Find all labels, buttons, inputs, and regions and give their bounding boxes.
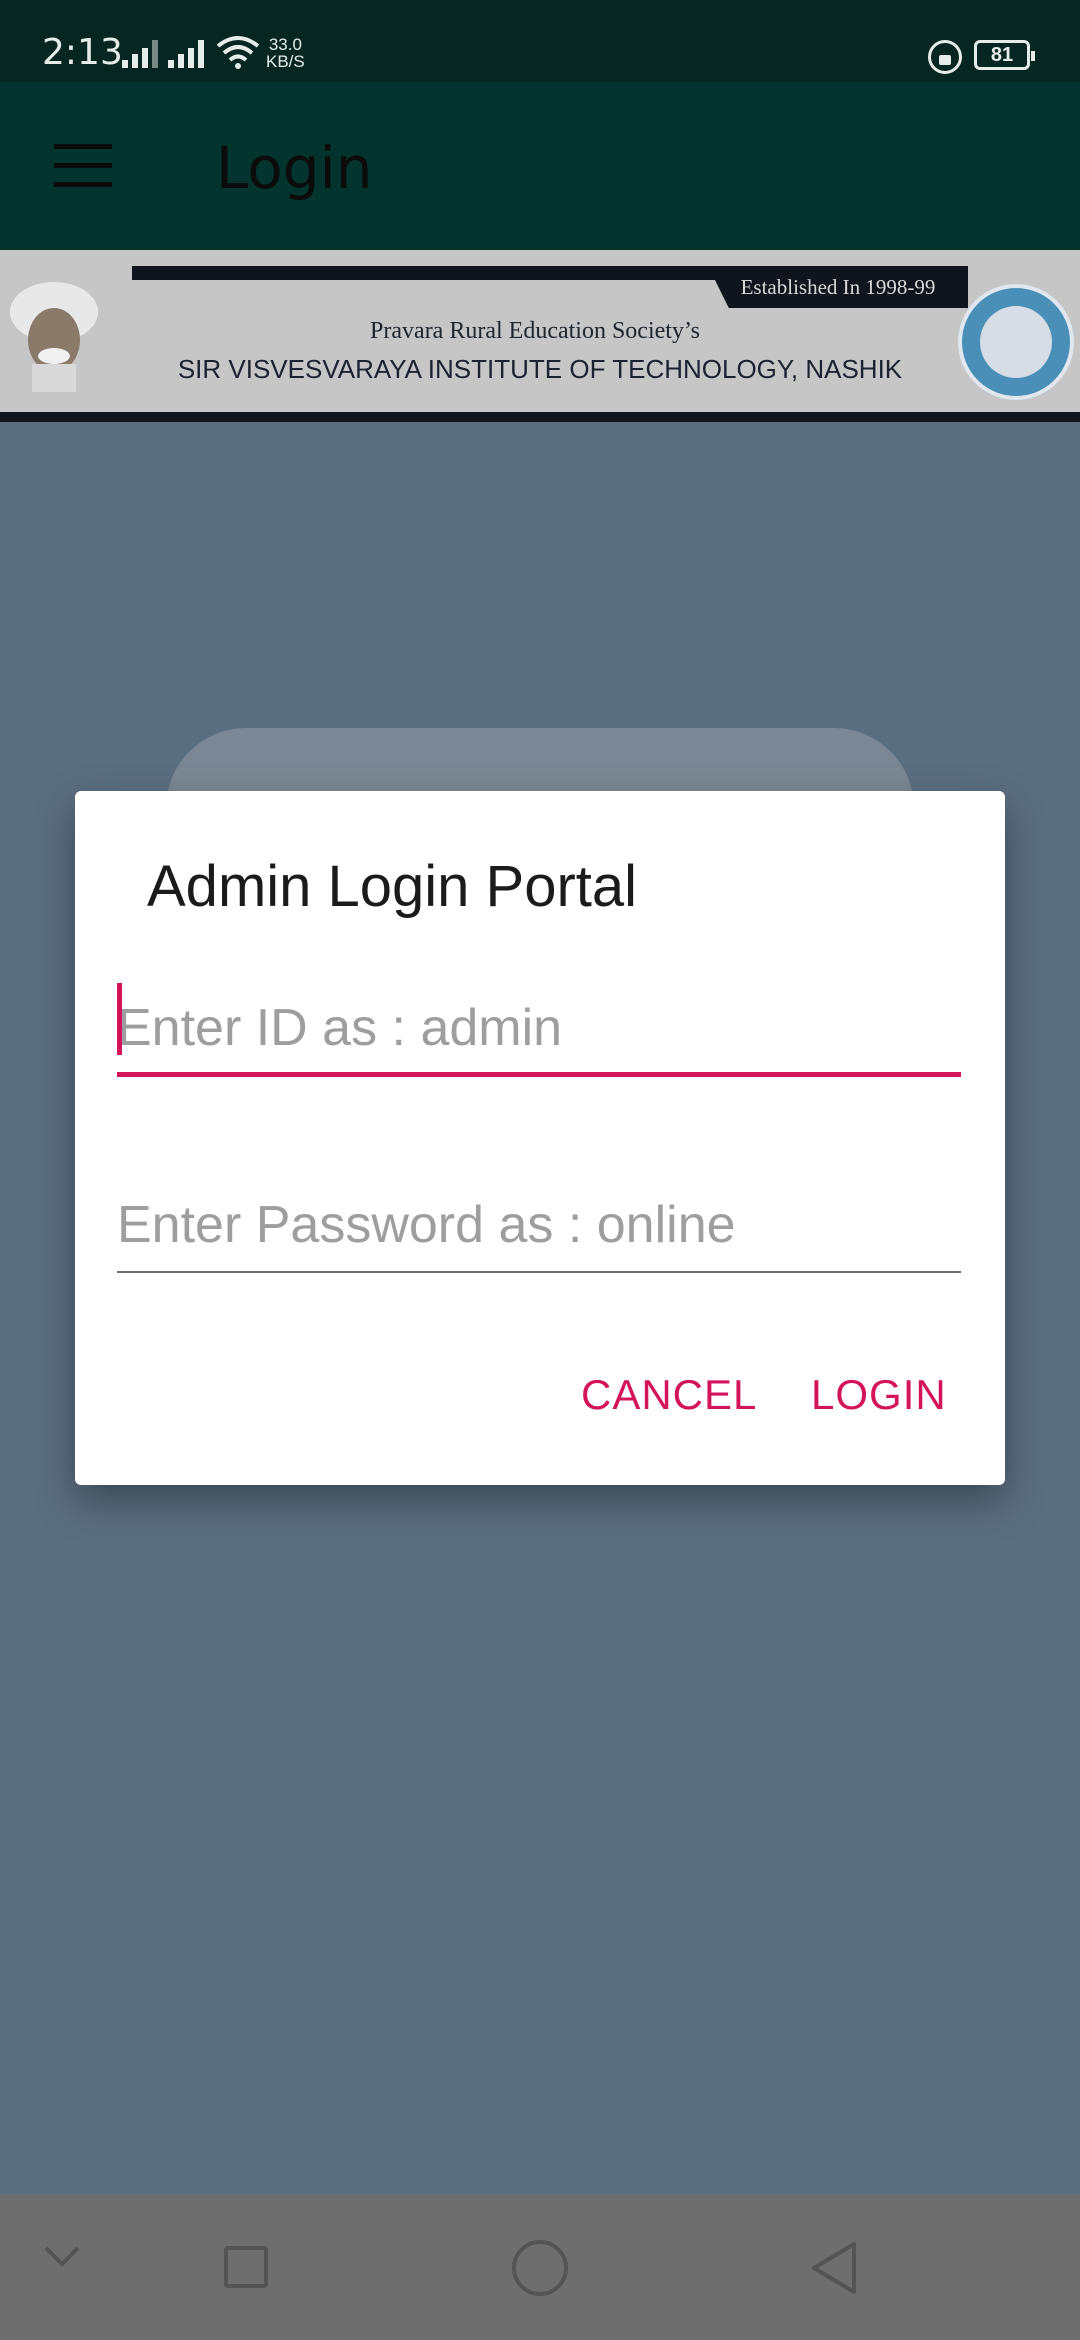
page-title: Login (216, 134, 373, 202)
password-input[interactable] (117, 1179, 961, 1273)
status-bar: 2:13 33.0 KB/S 81 (0, 0, 1080, 82)
admin-id-input[interactable] (117, 983, 961, 1077)
admin-login-dialog: Admin Login Portal CANCEL LOGIN (75, 791, 1005, 1485)
recent-apps-icon[interactable] (224, 2246, 268, 2288)
text-cursor (117, 983, 122, 1055)
battery-icon: 81 (974, 40, 1035, 70)
hamburger-menu-icon[interactable] (54, 144, 112, 188)
established-label: Established In 1998-99 (708, 266, 968, 308)
institute-name: SIR VISVESVARAYA INSTITUTE OF TECHNOLOGY… (177, 354, 903, 384)
battery-level: 81 (990, 43, 1014, 66)
institute-seal-logo (958, 284, 1074, 400)
signal-strength-icon (122, 38, 158, 68)
cancel-button[interactable]: CANCEL (581, 1371, 757, 1419)
network-speed: 33.0 KB/S (266, 36, 305, 70)
dialog-title: Admin Login Portal (147, 854, 638, 919)
app-bar: Login (0, 82, 1080, 250)
society-name: Pravara Rural Education Society’s (370, 318, 700, 344)
banner-divider (0, 412, 1080, 422)
chevron-down-icon[interactable] (42, 2236, 82, 2276)
network-speed-value: 33.0 (268, 35, 302, 54)
system-navigation-bar (0, 2194, 1080, 2340)
signal-strength-icon (168, 38, 204, 68)
login-button[interactable]: LOGIN (811, 1371, 947, 1419)
screen-lock-icon (928, 40, 962, 74)
back-icon[interactable] (808, 2240, 860, 2296)
network-speed-unit: KB/S (266, 52, 305, 71)
home-icon[interactable] (512, 2240, 568, 2296)
wifi-icon (216, 36, 260, 69)
institute-banner: Established In 1998-99 Pravara Rural Edu… (0, 250, 1080, 422)
status-time: 2:13 (42, 32, 123, 73)
